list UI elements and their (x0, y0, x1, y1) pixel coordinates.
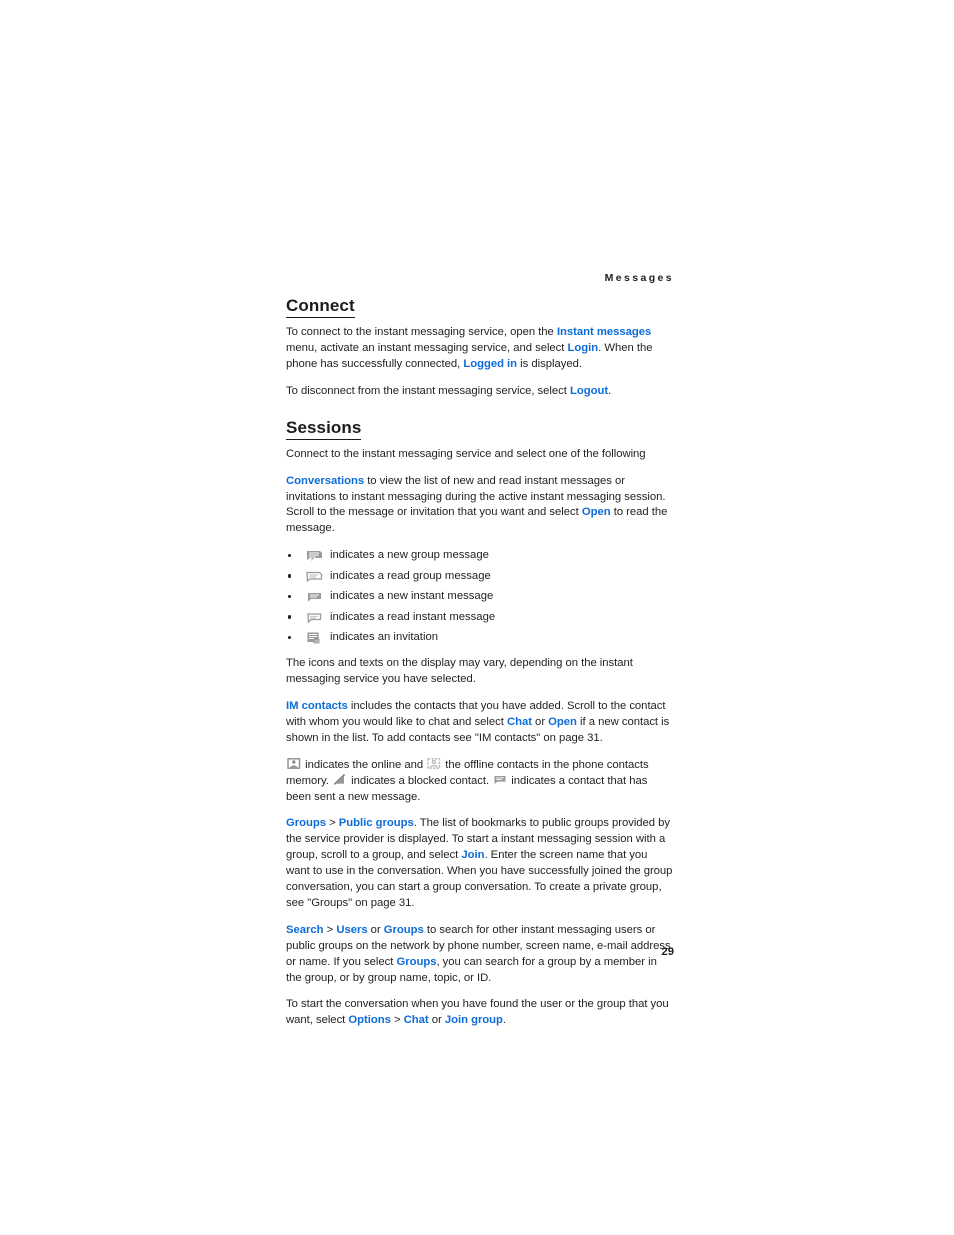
ui-term-reference: Search (286, 923, 324, 936)
connect-heading-wrap: Connect (286, 296, 674, 323)
paragraph-contact-status-icons: indicates the online and the offline con… (286, 757, 674, 806)
body-text-run: or (531, 715, 549, 728)
manual-page: Messages Connect To connect to the insta… (0, 0, 954, 1235)
body-text-run: Connect to the instant messaging service… (286, 447, 646, 460)
paragraph-im-contacts: IM contacts includes the contacts that y… (286, 699, 674, 747)
list-item-label: indicates a new group message (330, 549, 489, 562)
new-instant-message-icon (305, 590, 325, 603)
ui-term-reference: Logged in (463, 357, 518, 370)
ui-term-reference: Join (461, 849, 485, 862)
body-text-run: . (608, 384, 612, 397)
bullet-dot (288, 553, 292, 558)
body-text-run: > (390, 1014, 404, 1027)
ui-term-reference: Public groups (338, 817, 414, 830)
invitation-icon (305, 631, 325, 644)
bullet-dot (288, 574, 292, 578)
body-text-run: indicates a blocked contact. (348, 774, 493, 787)
sessions-heading-wrap: Sessions (286, 418, 674, 445)
new-group-message-icon (305, 549, 325, 562)
ui-term-reference: Groups (383, 923, 424, 936)
ui-term-reference: Logout (569, 384, 609, 397)
ui-term-reference: IM contacts (286, 699, 348, 712)
text-column: Connect To connect to the instant messag… (286, 296, 674, 1029)
list-item: indicates an invitation (286, 630, 674, 646)
list-item-label: indicates an invitation (330, 631, 439, 644)
ui-term-reference: Instant messages (556, 326, 652, 339)
list-item-label: indicates a read group message (330, 569, 491, 582)
body-text-run: . (502, 1014, 507, 1027)
body-text-run: > (326, 817, 339, 830)
ui-term-reference: Open (581, 506, 611, 519)
blocked-contact-icon (333, 773, 347, 785)
body-text-run: is displayed. (517, 357, 582, 370)
body-text-run: The icons and texts on the display may v… (286, 657, 633, 686)
list-item: indicates a new instant message (286, 589, 674, 605)
ui-term-reference: Chat (506, 715, 532, 728)
message-icon-legend-list: indicates a new group message indicates a… (286, 548, 674, 646)
ui-term-reference: Users (336, 923, 368, 936)
body-text-run: or (428, 1014, 445, 1027)
sent-new-message-icon (493, 774, 507, 785)
body-text-run: menu, activate an instant messaging serv… (286, 341, 568, 354)
read-group-message-icon (305, 570, 325, 583)
ui-term-reference: Join group (444, 1014, 503, 1027)
list-item: indicates a read group message (286, 569, 674, 585)
bullet-dot (288, 594, 292, 599)
list-item: indicates a new group message (286, 548, 674, 564)
ui-term-reference: Open (548, 715, 577, 728)
section-heading-connect: Connect (286, 296, 355, 319)
list-item-label: indicates a new instant message (330, 590, 494, 603)
bullet-dot (288, 635, 292, 640)
bullet-dot (288, 615, 292, 619)
paragraph-connect-intro: To connect to the instant messaging serv… (286, 325, 674, 373)
online-contact-icon (287, 757, 301, 769)
page-number: 29 (661, 946, 674, 958)
paragraph-icons-vary: The icons and texts on the display may v… (286, 656, 674, 688)
paragraph-groups: Groups > Public groups. The list of book… (286, 816, 674, 911)
body-text-run: To connect to the instant messaging serv… (286, 326, 557, 339)
body-text-run: indicates the online and (302, 758, 427, 771)
paragraph-sessions-intro: Connect to the instant messaging service… (286, 447, 674, 463)
read-instant-message-icon (305, 611, 325, 624)
running-head: Messages (604, 272, 674, 284)
body-text-run: To disconnect from the instant messaging… (286, 384, 570, 397)
paragraph-conversations: Conversations to view the list of new an… (286, 474, 674, 538)
list-item: indicates a read instant message (286, 610, 674, 626)
ui-term-reference: Chat (403, 1014, 429, 1027)
paragraph-start-conversation: To start the conversation when you have … (286, 997, 674, 1029)
section-heading-sessions: Sessions (286, 418, 362, 440)
offline-contact-icon (427, 757, 441, 769)
list-item-label: indicates a read instant message (330, 610, 496, 623)
ui-term-reference: Options (348, 1014, 391, 1027)
ui-term-reference: Login (567, 341, 599, 354)
ui-term-reference: Groups (286, 817, 326, 830)
body-text-run: or (367, 923, 384, 936)
paragraph-connect-disconnect: To disconnect from the instant messaging… (286, 384, 674, 400)
body-text-run: > (323, 923, 337, 936)
ui-term-reference: Conversations (286, 474, 365, 487)
